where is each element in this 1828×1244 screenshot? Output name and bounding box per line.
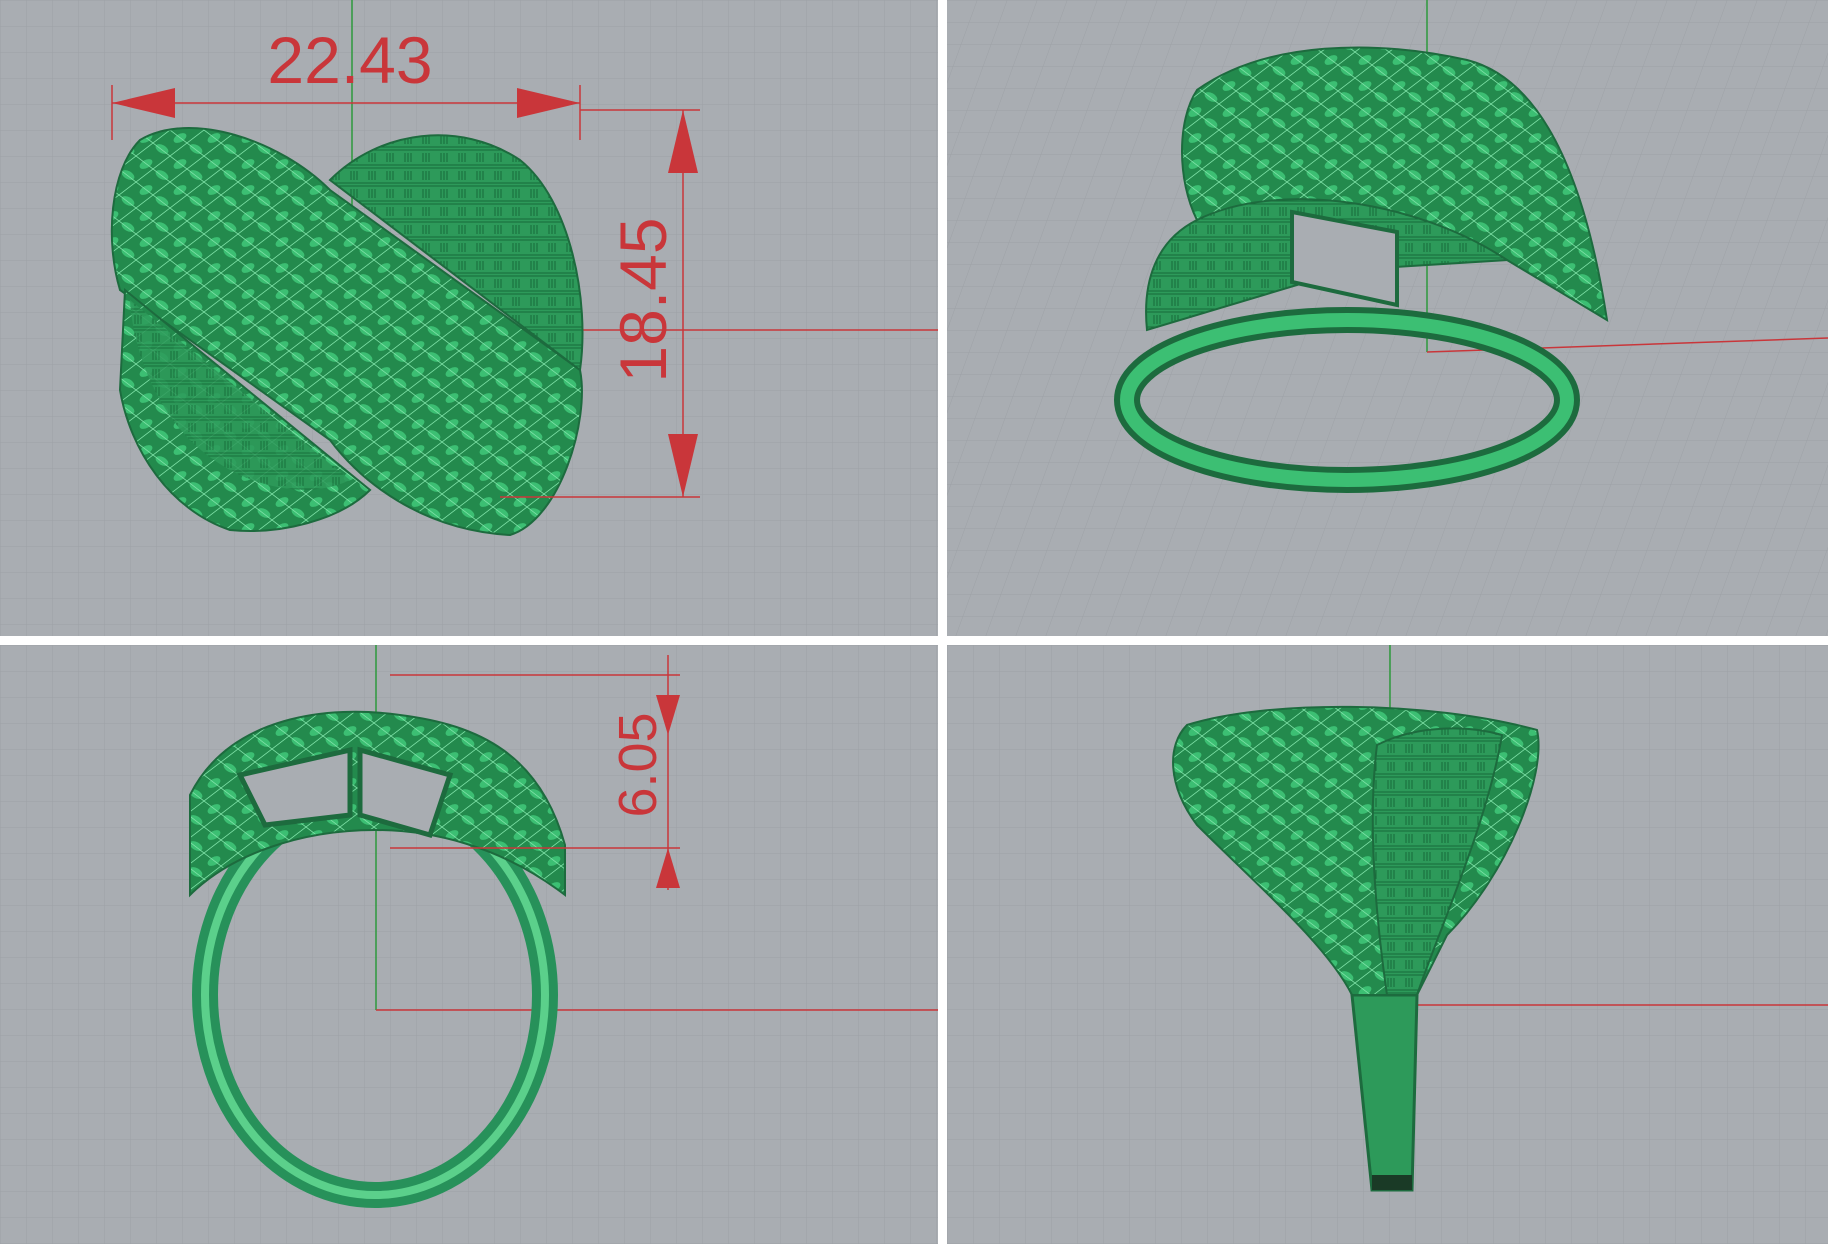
dimension-depth-label: 6.05 [608,712,668,817]
front-view-canvas: 6.05 [0,645,938,1244]
top-view-canvas: 22.43 18.45 [0,0,938,636]
viewport-front[interactable]: 6.05 [0,645,938,1244]
viewport-perspective[interactable] [947,0,1828,636]
dimension-height-label: 18.45 [606,217,680,382]
viewport-top[interactable]: 22.43 18.45 [0,0,938,636]
perspective-view-canvas [947,0,1828,636]
right-view-canvas [947,645,1828,1244]
viewport-right[interactable] [947,645,1828,1244]
ring-model-top [110,127,584,537]
dimension-width-label: 22.43 [267,23,432,97]
